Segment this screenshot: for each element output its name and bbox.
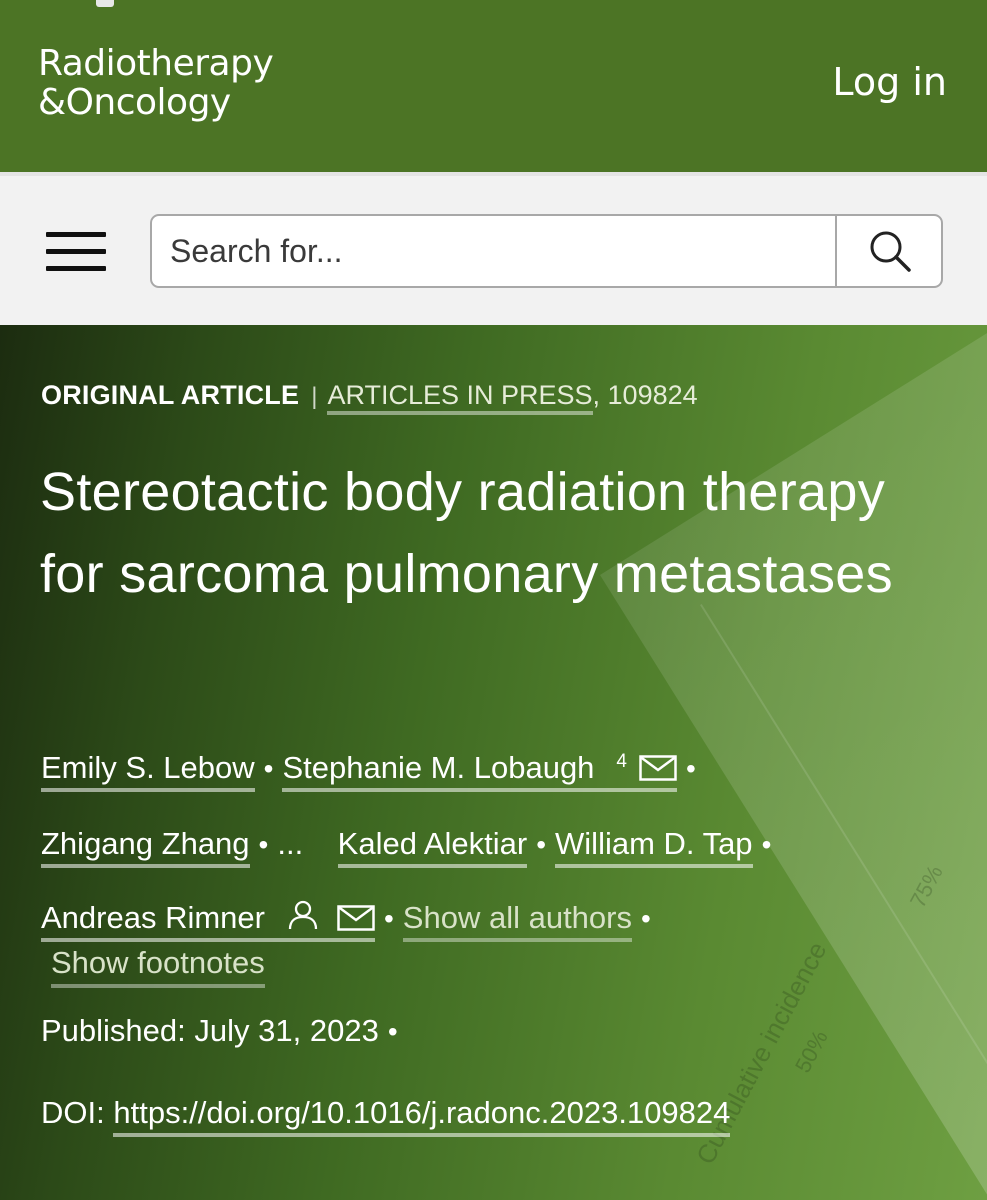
show-footnotes-link[interactable]: Show footnotes: [51, 945, 265, 988]
doi-label: DOI:: [41, 1095, 105, 1130]
email-icon: [337, 884, 375, 957]
background-watermark-text: 50%: [790, 1026, 833, 1077]
article-breadcrumb: ORIGINAL ARTICLE | ARTICLES IN PRESS, 1098…: [41, 380, 698, 415]
notch-marker: [96, 0, 114, 7]
published-label: Published:: [41, 1013, 186, 1048]
articles-in-press-link[interactable]: ARTICLES IN PRESS: [327, 380, 593, 415]
author-list: Emily S. Lebow • Stephanie M. Lobaugh 4 • Zh…: [41, 725, 961, 957]
author-separator: •: [383, 903, 394, 935]
journal-logo[interactable]: Radiotherapy &Oncology: [38, 43, 274, 123]
published-value: July 31, 2023: [194, 1013, 379, 1048]
author-link[interactable]: Emily S. Lebow: [41, 750, 255, 793]
search-input[interactable]: [152, 216, 836, 286]
show-all-authors-link[interactable]: Show all authors: [402, 900, 632, 943]
author-separator: •: [258, 829, 269, 861]
published-date: Published: July 31, 2023 •: [41, 1013, 407, 1049]
author-separator: •: [640, 903, 651, 935]
doi-line: DOI: https://doi.org/10.1016/j.radonc.20…: [41, 1095, 731, 1137]
email-icon: [639, 734, 677, 807]
published-separator: •: [387, 1016, 398, 1047]
logo-line-2: &Oncology: [38, 82, 231, 123]
author-link[interactable]: Kaled Alektiar: [337, 826, 528, 869]
author-separator: •: [761, 829, 772, 861]
person-icon: [287, 884, 319, 957]
author-link-corresponding[interactable]: Andreas Rimner: [41, 900, 375, 943]
author-name: Andreas Rimner: [41, 900, 265, 936]
doi-link[interactable]: https://doi.org/10.1016/j.radonc.2023.10…: [113, 1095, 731, 1137]
search-button[interactable]: [835, 216, 941, 286]
article-hero: Cumulative incidence 50% 75% ORIGINAL AR…: [0, 325, 987, 1200]
author-ellipsis: ...: [277, 826, 304, 862]
author-link[interactable]: Stephanie M. Lobaugh: [282, 750, 595, 793]
breadcrumb-separator: |: [311, 383, 318, 410]
author-link[interactable]: Zhigang Zhang: [41, 826, 250, 869]
author-separator: •: [263, 753, 274, 785]
article-number: , 109824: [592, 380, 698, 410]
search-icon: [870, 231, 911, 272]
search-box: [150, 214, 943, 288]
footnote-marker: 4: [616, 751, 627, 772]
logo-line-1: Radiotherapy: [38, 43, 274, 84]
author-footnote-link[interactable]: 4: [594, 750, 677, 793]
login-link[interactable]: Log in: [832, 60, 947, 104]
search-bar: [0, 172, 987, 325]
author-separator: •: [686, 753, 696, 785]
author-link[interactable]: William D. Tap: [555, 826, 753, 869]
article-type: ORIGINAL ARTICLE: [41, 380, 300, 410]
site-header: Radiotherapy &Oncology Log in: [0, 0, 987, 172]
menu-icon[interactable]: [46, 230, 106, 274]
article-title: Stereotactic body radiation therapy for …: [40, 462, 893, 604]
author-separator: •: [536, 829, 547, 861]
